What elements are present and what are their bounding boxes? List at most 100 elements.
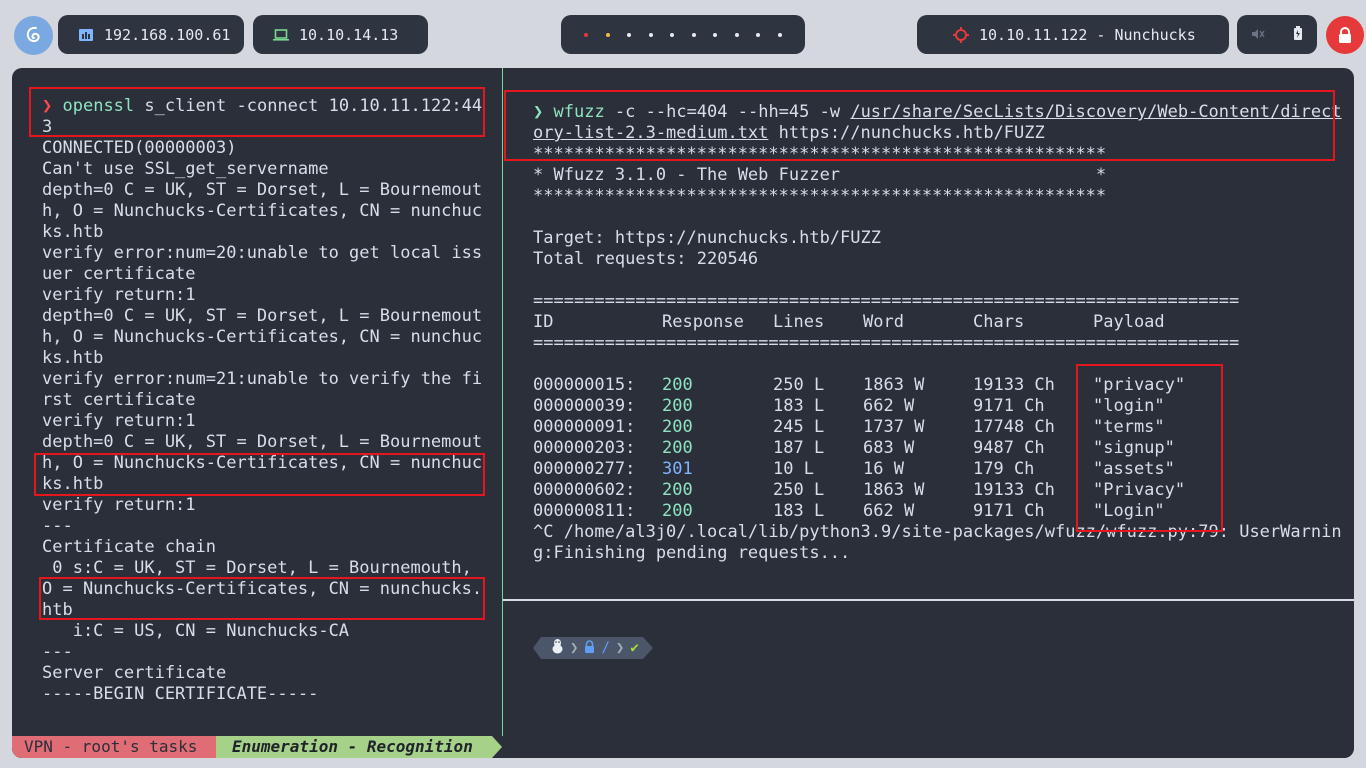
table-cell-resp: 200 [662,438,693,458]
local-ip-widget[interactable]: 192.168.100.61 [58,15,244,54]
output-line: h, O = Nunchucks-Certificates, CN = nunc… [42,201,483,221]
table-cell-resp: 200 [662,375,693,395]
output-line: i:C = US, CN = Nunchucks-CA [42,621,350,641]
lock-button[interactable] [1326,16,1364,54]
banner-stars-bottom: ****************************************… [533,186,1107,206]
table-cell-lines: 10 L [773,459,814,479]
output-line: depth=0 C = UK, ST = Dorset, L = Bournem… [42,432,483,452]
output-line: h, O = Nunchucks-Certificates, CN = nunc… [42,453,483,473]
session-name[interactable]: VPN - root's tasks [12,736,216,758]
command-line: ❯ openssl s_client -connect 10.10.11.122… [42,96,482,117]
workspace-switcher[interactable] [561,15,805,54]
workspace-dot[interactable] [648,32,653,37]
table-cell-id: 000000203: [533,438,636,458]
column-header: Payload [1093,312,1165,332]
table-cell-lines: 187 L [773,438,825,458]
output-line: verify error:num=21:unable to verify the… [42,369,483,389]
table-cell-resp: 200 [662,396,693,416]
wordlist-path-wrap[interactable]: ory-list-2.3-medium.txt [533,123,768,143]
table-cell-id: 000000091: [533,417,636,437]
output-line: --- [42,516,73,536]
battery-icon[interactable] [1293,25,1303,44]
table-cell-payload: "terms" [1093,417,1165,437]
laptop-icon [273,28,289,41]
wfuzz-command: ❯ wfuzz -c --hc=404 --hh=45 -w /usr/shar… [533,102,1342,123]
terminal-window[interactable]: ❯ openssl s_client -connect 10.10.11.122… [12,68,1354,758]
command-args: s_client -connect 10.10.11.122:44 [134,96,483,116]
table-cell-chars: 9171 Ch [973,501,1045,521]
column-header: Response [662,312,744,332]
column-header: Chars [973,312,1025,332]
table-cell-word: 16 W [863,459,904,479]
banner-stars-top: ****************************************… [533,144,1107,164]
table-cell-resp: 200 [662,417,693,437]
command-name: openssl [62,96,135,116]
table-cell-word: 662 W [863,501,915,521]
output-line: Server certificate [42,663,227,683]
column-header: Word [863,312,904,332]
command-url: https://nunchucks.htb/FUZZ [768,123,1045,143]
lock-icon [584,639,595,657]
wfuzz-command-wrap: ory-list-2.3-medium.txt https://nunchuck… [533,123,1045,144]
total-requests-line: Total requests: 220546 [533,249,759,269]
volume-muted-icon[interactable] [1251,26,1265,44]
target-line: Target: https://nunchucks.htb/FUZZ [533,228,881,248]
column-header: Lines [773,312,825,332]
tmux-status-bar: VPN - root's tasks Enumeration - Recogni… [12,736,1354,758]
output-line: verify return:1 [42,411,196,431]
table-cell-word: 683 W [863,438,915,458]
table-cell-payload: "privacy" [1093,375,1186,395]
output-line: depth=0 C = UK, ST = Dorset, L = Bournem… [42,180,483,200]
crosshair-icon [953,26,969,43]
output-line: uer certificate [42,264,196,284]
workspace-dot[interactable] [777,32,782,37]
workspace-dot[interactable] [605,32,610,37]
workspace-dot[interactable] [756,32,761,37]
table-cell-id: 000000277: [533,459,636,479]
right-terminal-pane[interactable]: ❯ wfuzz -c --hc=404 --hh=45 -w /usr/shar… [503,68,1354,599]
wordlist-path[interactable]: /usr/share/SecLists/Discovery/Web-Conten… [850,102,1341,122]
powerline-prompt: ❯ / ❯ ✔ [533,637,653,659]
prompt-symbol: ❯ [533,102,544,122]
system-tray [1237,15,1317,54]
table-rule-bottom: ========================================… [533,333,1240,353]
vpn-ip-widget[interactable]: 10.10.14.13 [253,15,428,54]
linux-tux-icon [551,638,564,658]
table-cell-id: 000000039: [533,396,636,416]
table-cell-payload: "assets" [1093,459,1175,479]
table-cell-lines: 245 L [773,417,825,437]
output-line: h, O = Nunchucks-Certificates, CN = nunc… [42,327,483,347]
output-line: ks.htb [42,348,104,368]
workspace-dot[interactable] [670,32,675,37]
workspace-dot[interactable] [713,32,718,37]
workspace-dot[interactable] [691,32,696,37]
workspace-dot[interactable] [584,32,589,37]
output-line: Certificate chain [42,537,216,557]
window-name[interactable]: Enumeration - Recognition [216,736,492,758]
warning-line: ^C /home/al3j0/.local/lib/python3.9/site… [533,522,1342,542]
table-cell-lines: 183 L [773,501,825,521]
debian-menu-button[interactable] [14,16,53,55]
output-line: verify return:1 [42,495,196,515]
table-cell-payload: "login" [1093,396,1165,416]
table-cell-word: 1863 W [863,480,925,500]
output-line: verify error:num=20:unable to get local … [42,243,483,263]
table-cell-chars: 17748 Ch [973,417,1055,437]
table-cell-lines: 183 L [773,396,825,416]
output-line: Can't use SSL_get_servername [42,159,329,179]
target-widget[interactable]: 10.10.11.122 - Nunchucks [917,15,1229,54]
column-header: ID [533,312,554,332]
bottom-right-terminal-pane[interactable]: ❯ / ❯ ✔ [503,601,1354,736]
table-cell-payload: "Privacy" [1093,480,1186,500]
left-terminal-pane[interactable]: ❯ openssl s_client -connect 10.10.11.122… [12,68,502,736]
workspace-dot[interactable] [734,32,739,37]
output-line: 0 s:C = UK, ST = Dorset, L = Bournemouth… [42,558,472,578]
output-line: O = Nunchucks-Certificates, CN = nunchuc… [42,579,483,599]
table-cell-chars: 19133 Ch [973,480,1055,500]
workspace-dot[interactable] [627,32,632,37]
output-line: rst certificate [42,390,196,410]
command-name: wfuzz [553,102,605,122]
vpn-ip-text: 10.10.14.13 [299,25,399,44]
table-cell-resp: 200 [662,480,693,500]
table-cell-lines: 250 L [773,480,825,500]
